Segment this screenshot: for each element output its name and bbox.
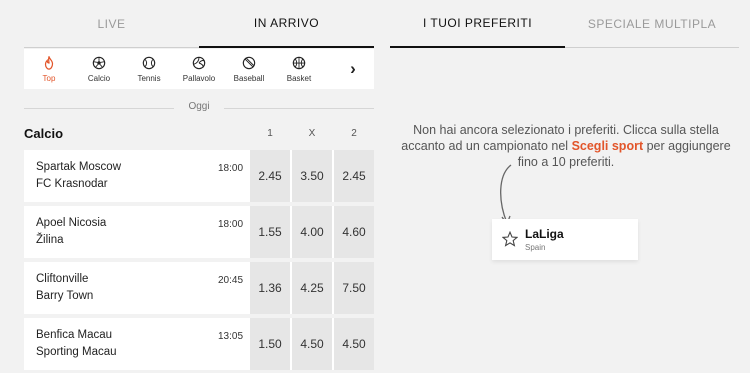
odd-button-1[interactable]: 1.55 bbox=[250, 206, 290, 258]
basketball-icon bbox=[292, 56, 306, 69]
sport-baseball[interactable]: Baseball bbox=[224, 49, 274, 89]
sport-label: Baseball bbox=[233, 73, 265, 83]
sport-tennis[interactable]: Tennis bbox=[124, 49, 174, 89]
column-header-2: 2 bbox=[351, 128, 357, 139]
odd-button-2[interactable]: 2.45 bbox=[334, 150, 374, 202]
star-icon[interactable] bbox=[502, 231, 518, 247]
odd-button-1[interactable]: 1.36 bbox=[250, 262, 290, 314]
league-country: Spain bbox=[525, 243, 546, 252]
odd-button-1[interactable]: 1.50 bbox=[250, 318, 290, 370]
day-divider: Oggi bbox=[24, 101, 374, 115]
sport-pallavolo[interactable]: Pallavolo bbox=[174, 49, 224, 89]
away-team: Žilina bbox=[36, 234, 64, 246]
sport-label: Pallavolo bbox=[182, 73, 216, 83]
match-row[interactable]: Cliftonville Barry Town 20:45 1.36 4.25 … bbox=[24, 262, 374, 314]
sport-top[interactable]: Top bbox=[24, 49, 74, 89]
chevron-right-icon[interactable]: › bbox=[332, 49, 374, 89]
fire-icon bbox=[44, 55, 54, 70]
home-team: Benfica Macau bbox=[36, 329, 113, 341]
home-team: Spartak Moscow bbox=[36, 161, 122, 173]
baseball-icon bbox=[242, 56, 256, 69]
column-header-x: X bbox=[308, 128, 316, 139]
match-time: 18:00 bbox=[218, 163, 244, 174]
favorite-example-card: LaLiga Spain bbox=[492, 219, 638, 260]
match-row[interactable]: Benfica Macau Sporting Macau 13:05 1.50 … bbox=[24, 318, 374, 370]
tab-live[interactable]: LIVE bbox=[24, 0, 199, 48]
column-header-1: 1 bbox=[267, 128, 273, 139]
match-time: 20:45 bbox=[218, 275, 244, 286]
odd-button-2[interactable]: 4.60 bbox=[334, 206, 374, 258]
tab-i-tuoi-preferiti[interactable]: I TUOI PREFERITI bbox=[390, 0, 565, 48]
sport-label: Top bbox=[42, 73, 56, 83]
away-team: FC Krasnodar bbox=[36, 178, 108, 190]
sport-label: Tennis bbox=[137, 73, 161, 83]
odd-button-x[interactable]: 4.00 bbox=[292, 206, 332, 258]
match-time: 18:00 bbox=[218, 219, 244, 230]
home-team: Apoel Nicosia bbox=[36, 217, 107, 229]
volleyball-icon bbox=[192, 56, 206, 69]
sport-basket[interactable]: Basket bbox=[274, 49, 324, 89]
tab-speciale-multipla[interactable]: SPECIALE MULTIPLA bbox=[565, 0, 739, 48]
away-team: Sporting Macau bbox=[36, 346, 117, 358]
match-row[interactable]: Apoel Nicosia Žilina 18:00 1.55 4.00 4.6… bbox=[24, 206, 374, 258]
league-name: LaLiga bbox=[525, 227, 564, 241]
match-row[interactable]: Spartak Moscow FC Krasnodar 18:00 2.45 3… bbox=[24, 150, 374, 202]
sport-label: Calcio bbox=[87, 73, 111, 83]
odd-button-2[interactable]: 4.50 bbox=[334, 318, 374, 370]
home-team: Cliftonville bbox=[36, 273, 89, 285]
away-team: Barry Town bbox=[36, 290, 94, 302]
sport-label: Basket bbox=[286, 73, 312, 83]
sports-bar: Top Calcio Tennis Pallavolo Baseball Bas… bbox=[24, 49, 374, 89]
soccer-ball-icon bbox=[92, 56, 106, 69]
sport-calcio[interactable]: Calcio bbox=[74, 49, 124, 89]
day-label: Oggi bbox=[188, 101, 210, 112]
odd-button-1[interactable]: 2.45 bbox=[250, 150, 290, 202]
choose-sport-link[interactable]: Scegli sport bbox=[572, 139, 644, 153]
tab-in-arrivo[interactable]: IN ARRIVO bbox=[199, 0, 374, 48]
odd-button-x[interactable]: 4.25 bbox=[292, 262, 332, 314]
match-time: 13:05 bbox=[218, 331, 244, 342]
tennis-ball-icon bbox=[142, 56, 156, 69]
odd-button-2[interactable]: 7.50 bbox=[334, 262, 374, 314]
odd-button-x[interactable]: 3.50 bbox=[292, 150, 332, 202]
league-title: Calcio bbox=[24, 126, 64, 141]
favorites-empty-message: Non hai ancora selezionato i preferiti. … bbox=[398, 122, 734, 170]
odd-button-x[interactable]: 4.50 bbox=[292, 318, 332, 370]
